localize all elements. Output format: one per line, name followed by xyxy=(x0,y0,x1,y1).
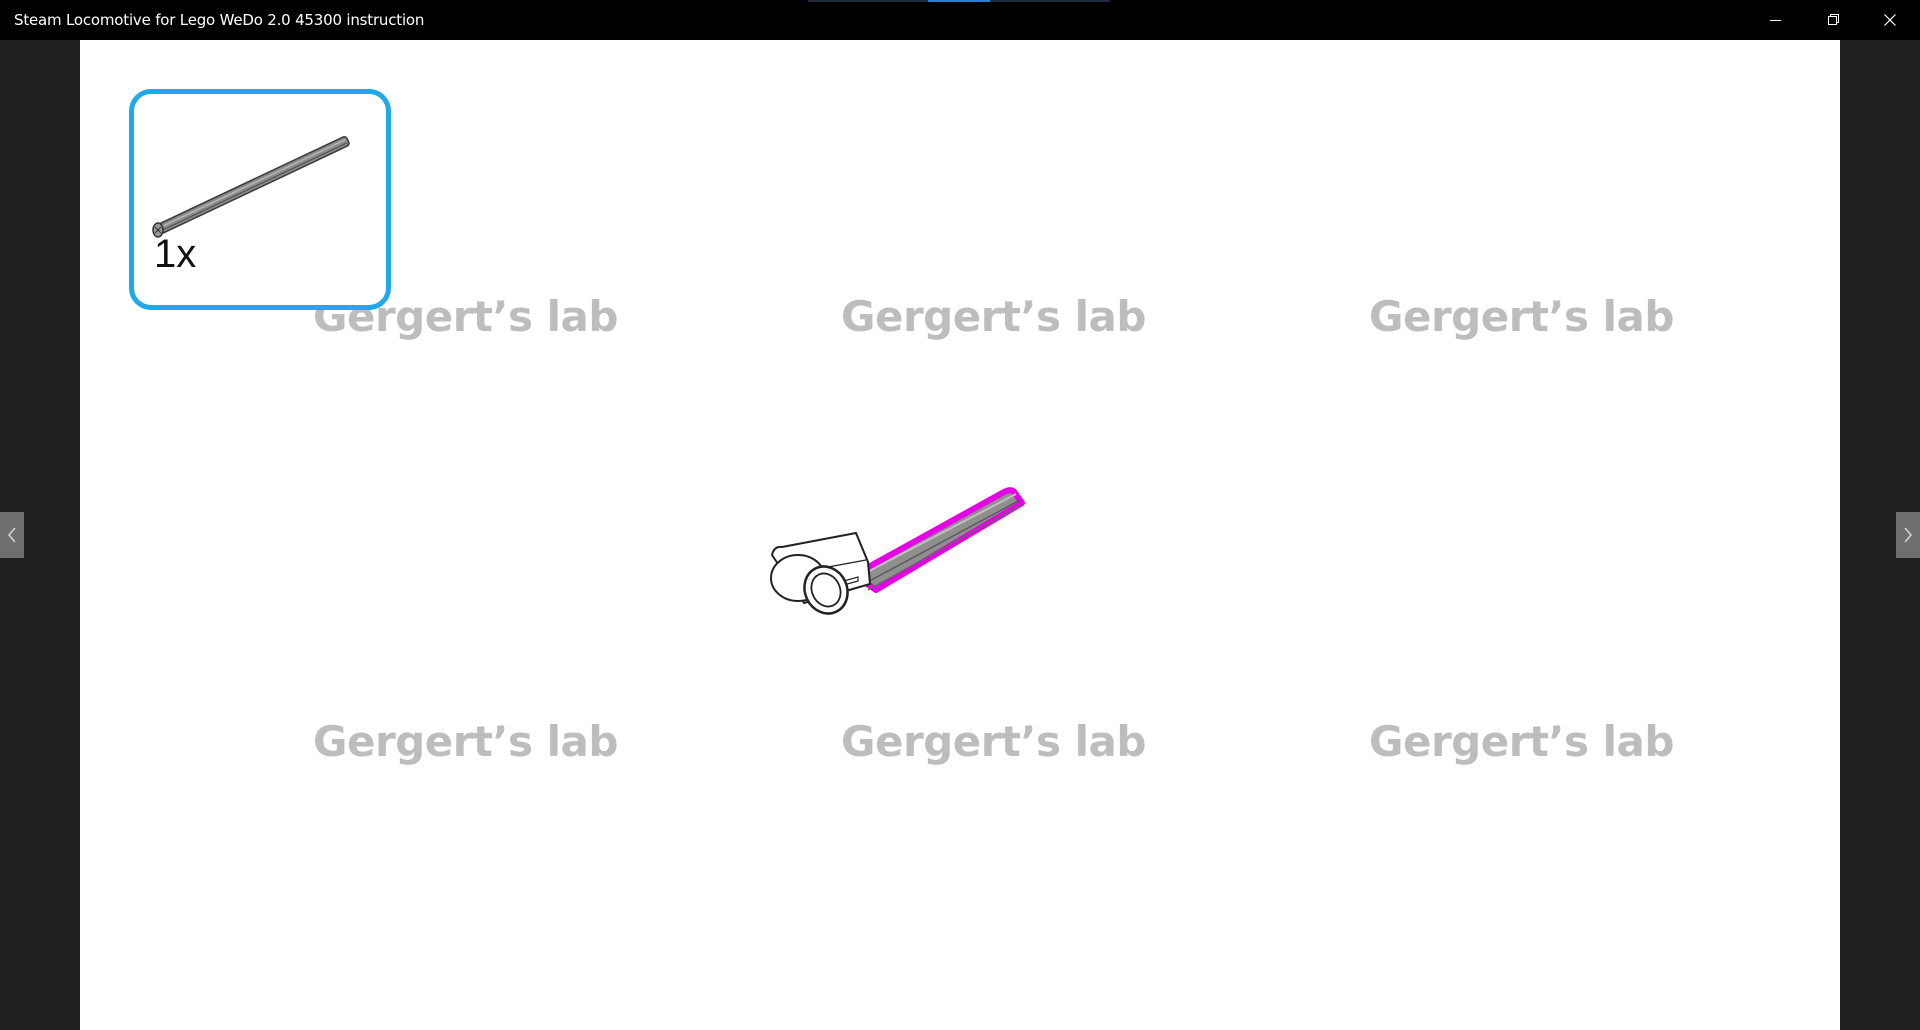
watermark: Gergert’s lab xyxy=(841,717,1146,766)
watermark: Gergert’s lab xyxy=(313,717,618,766)
assembly-step-image xyxy=(770,487,1025,615)
close-icon xyxy=(1884,14,1896,26)
chevron-left-icon xyxy=(8,527,16,543)
parts-callout: 1x xyxy=(129,89,391,310)
close-button[interactable] xyxy=(1862,0,1918,40)
restore-icon xyxy=(1828,14,1839,25)
previous-page-button[interactable] xyxy=(0,512,24,558)
watermark: Gergert’s lab xyxy=(1369,292,1674,341)
restore-button[interactable] xyxy=(1806,0,1862,40)
window-title: Steam Locomotive for Lego WeDo 2.0 45300… xyxy=(14,11,425,29)
titlebar-accent-segment xyxy=(928,0,990,2)
watermark: Gergert’s lab xyxy=(1369,717,1674,766)
title-bar: Steam Locomotive for Lego WeDo 2.0 45300… xyxy=(0,0,1920,40)
next-page-button[interactable] xyxy=(1896,512,1920,558)
minimize-button[interactable] xyxy=(1748,0,1804,40)
instruction-page: Gergert’s lab Gergert’s lab Gergert’s la… xyxy=(80,40,1840,1030)
watermark: Gergert’s lab xyxy=(841,292,1146,341)
minimize-icon xyxy=(1770,20,1781,21)
chevron-right-icon xyxy=(1904,527,1912,543)
part-quantity: 1x xyxy=(154,232,197,276)
